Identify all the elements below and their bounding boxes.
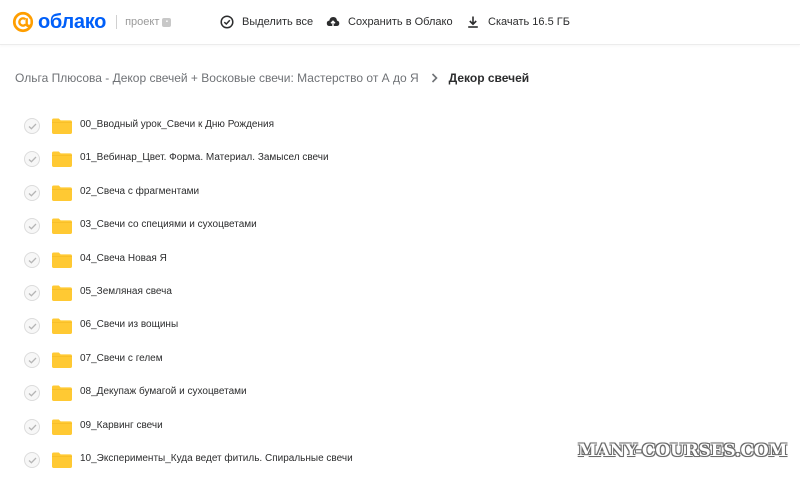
at-sign-icon bbox=[12, 11, 34, 33]
list-item[interactable]: 02_Свеча с фрагментами bbox=[0, 177, 800, 210]
folder-icon bbox=[52, 285, 72, 301]
select-all-button[interactable]: Выделить все bbox=[220, 12, 313, 32]
row-checkbox[interactable] bbox=[24, 318, 40, 335]
check-icon bbox=[28, 156, 37, 163]
check-icon bbox=[28, 190, 37, 197]
check-icon bbox=[28, 390, 37, 397]
list-item[interactable]: 07_Свечи с гелем bbox=[0, 344, 800, 377]
vk-badge-icon: ▪ bbox=[162, 17, 172, 27]
row-checkbox[interactable] bbox=[24, 218, 40, 235]
folder-icon bbox=[52, 452, 72, 468]
select-all-label: Выделить все bbox=[242, 16, 314, 28]
watermark-text: MANY-COURSES.COM bbox=[578, 441, 788, 461]
check-icon bbox=[28, 257, 37, 264]
row-checkbox[interactable] bbox=[24, 284, 40, 301]
chevron-right-icon bbox=[431, 73, 438, 83]
breadcrumb: Ольга Плюсова - Декор свечей + Восковые … bbox=[15, 70, 529, 86]
list-item[interactable]: 08_Декупаж бумагой и сухоцветами bbox=[0, 377, 800, 410]
row-checkbox[interactable] bbox=[24, 385, 40, 402]
folder-icon bbox=[52, 385, 72, 402]
breadcrumb-parent-link[interactable]: Ольга Плюсова - Декор свечей + Восковые … bbox=[15, 71, 419, 85]
list-item[interactable]: 04_Свеча Новая Я bbox=[0, 244, 800, 277]
logo-text: облако bbox=[38, 11, 107, 33]
check-icon bbox=[28, 290, 37, 297]
logo-separator bbox=[116, 15, 118, 29]
check-icon bbox=[28, 357, 37, 364]
check-icon bbox=[28, 424, 37, 431]
download-button[interactable]: Скачать 16.5 ГБ bbox=[466, 12, 570, 32]
folder-name: 09_Карвинг свечи bbox=[80, 419, 163, 431]
folder-name: 00_Вводный урок_Свечи к Дню Рождения bbox=[80, 119, 274, 130]
check-icon bbox=[28, 123, 37, 130]
folder-icon bbox=[52, 419, 72, 435]
folder-name: 05_Земляная свеча bbox=[80, 285, 172, 297]
download-label: Скачать 16.5 ГБ bbox=[488, 16, 570, 28]
top-header: облако проект ▪ Выделить все Сохранить в… bbox=[0, 0, 800, 45]
folder-icon bbox=[52, 185, 72, 201]
list-item[interactable]: 00_Вводный урок_Свечи к Дню Рождения bbox=[0, 110, 800, 143]
row-checkbox[interactable] bbox=[24, 184, 40, 201]
save-to-cloud-button[interactable]: Сохранить в Облако bbox=[326, 12, 453, 32]
folder-name: 10_Эксперименты_Куда ведет фитиль. Спира… bbox=[80, 452, 353, 464]
folder-icon bbox=[52, 118, 72, 134]
row-checkbox[interactable] bbox=[24, 151, 40, 168]
folder-icon bbox=[52, 318, 72, 335]
file-list: 00_Вводный урок_Свечи к Дню Рождения 01_… bbox=[0, 110, 800, 477]
row-checkbox[interactable] bbox=[24, 451, 40, 468]
list-item[interactable]: 05_Земляная свеча bbox=[0, 277, 800, 310]
folder-icon bbox=[52, 352, 72, 368]
folder-icon bbox=[52, 151, 72, 168]
check-circle-icon bbox=[220, 15, 234, 29]
folder-name: 07_Свечи с гелем bbox=[80, 352, 163, 364]
folder-icon bbox=[52, 218, 72, 235]
project-label: проект bbox=[125, 16, 160, 28]
check-icon bbox=[28, 323, 37, 330]
folder-name: 08_Декупаж бумагой и сухоцветами bbox=[80, 386, 247, 398]
folder-name: 02_Свеча с фрагментами bbox=[80, 185, 200, 197]
breadcrumb-current: Декор свечей bbox=[448, 71, 530, 85]
folder-icon bbox=[52, 252, 72, 268]
cloud-upload-icon bbox=[326, 17, 340, 27]
cloud-logo[interactable]: облако проект ▪ bbox=[12, 10, 172, 34]
list-item[interactable]: 01_Вебинар_Цвет. Форма. Материал. Замысе… bbox=[0, 143, 800, 176]
folder-name: 06_Свечи из вощины bbox=[80, 319, 179, 331]
row-checkbox[interactable] bbox=[24, 118, 40, 134]
list-item[interactable]: 06_Свечи из вощины bbox=[0, 310, 800, 343]
save-label: Сохранить в Облако bbox=[348, 16, 453, 28]
list-item[interactable]: 03_Свечи со специями и сухоцветами bbox=[0, 210, 800, 243]
folder-name: 04_Свеча Новая Я bbox=[80, 252, 167, 264]
check-icon bbox=[28, 223, 37, 230]
row-checkbox[interactable] bbox=[24, 418, 40, 435]
folder-name: 03_Свечи со специями и сухоцветами bbox=[80, 219, 257, 231]
folder-name: 01_Вебинар_Цвет. Форма. Материал. Замысе… bbox=[80, 152, 329, 164]
row-checkbox[interactable] bbox=[24, 251, 40, 268]
check-icon bbox=[28, 457, 37, 464]
download-icon bbox=[468, 16, 478, 28]
watermark: MANY-COURSES.COM bbox=[578, 434, 792, 468]
row-checkbox[interactable] bbox=[24, 351, 40, 368]
